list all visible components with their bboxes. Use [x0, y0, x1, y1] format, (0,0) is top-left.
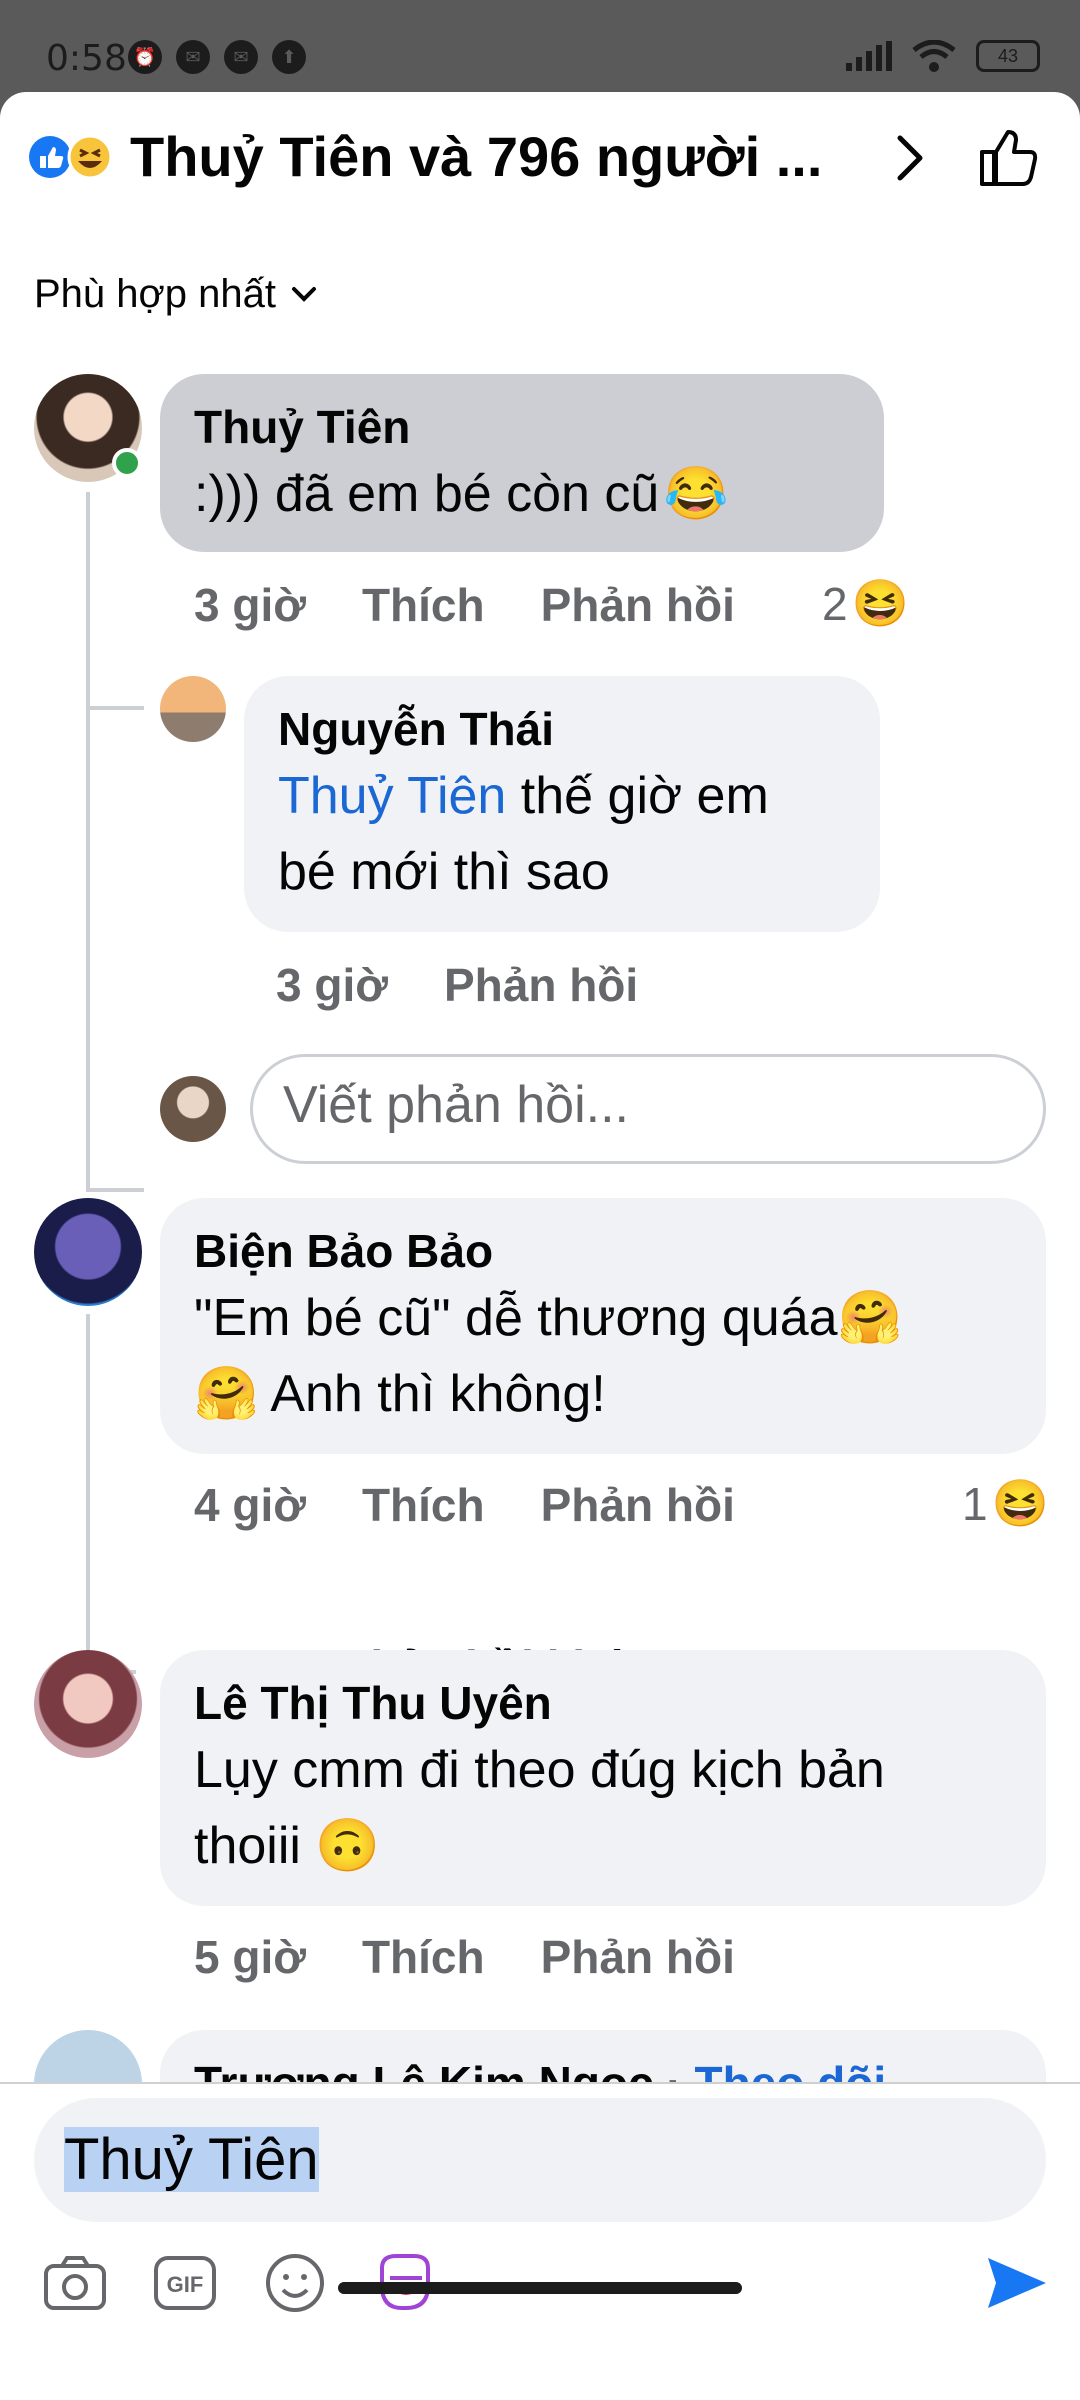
avatar[interactable]: [34, 1198, 142, 1306]
comment-time: 3 giờ: [194, 579, 306, 631]
comment-bubble[interactable]: Thuỷ Tiên :))) đã em bé còn cũ 😂: [160, 374, 884, 552]
comment-actions: 3 giờ Thích Phản hồi: [194, 578, 791, 632]
messenger-icon: ✉: [224, 40, 258, 74]
wifi-icon: [912, 40, 956, 72]
comment-text: "Em bé cũ" dễ thương quáa: [194, 1289, 838, 1347]
haha-reaction-icon: 😆: [851, 577, 909, 629]
avatar[interactable]: [34, 1650, 142, 1758]
comment-text: Anh thì không!: [258, 1365, 606, 1423]
status-bar: 0:58 ⏰ ✉ ✉ ⬆ 43: [0, 0, 1080, 92]
battery-icon: 43: [976, 40, 1040, 72]
online-status-dot: [112, 448, 142, 478]
comment-actions: 4 giờ Thích Phản hồi: [194, 1478, 791, 1532]
comment-author[interactable]: Lê Thị Thu Uyên: [194, 1674, 1012, 1732]
haha-reaction-icon: [67, 134, 113, 180]
camera-icon[interactable]: [40, 2248, 110, 2318]
comment-input-value: Thuỷ Tiên: [64, 2127, 319, 2192]
signal-icon: [846, 41, 892, 71]
alarm-icon: ⏰: [128, 40, 162, 74]
emoji-icon[interactable]: [260, 2248, 330, 2318]
svg-text:GIF: GIF: [167, 2272, 204, 2297]
comment-composer: Thuỷ Tiên GIF: [0, 2082, 1080, 2400]
sheet-header: Thuỷ Tiên và 796 người ...: [0, 92, 1080, 222]
thread-line: [86, 1314, 90, 1674]
messenger-icon: ✉: [176, 40, 210, 74]
comment-actions: 5 giờ Thích Phản hồi: [194, 1930, 791, 1984]
comment-text: thoiii: [194, 1817, 301, 1875]
comment-time: 4 giờ: [194, 1479, 306, 1531]
mention-link[interactable]: Thuỷ Tiên: [278, 767, 506, 825]
home-indicator[interactable]: [338, 2282, 742, 2294]
hug-emoji: 🤗: [837, 1289, 903, 1347]
reaction-count-value: 2: [822, 577, 848, 630]
like-button[interactable]: Thích: [362, 1478, 485, 1532]
like-button[interactable]: Thích: [362, 1930, 485, 1984]
like-button[interactable]: Thích: [362, 578, 485, 632]
chevron-right-icon[interactable]: [888, 128, 934, 188]
reply-button[interactable]: Phản hồi: [444, 958, 638, 1012]
like-outline-icon[interactable]: [974, 122, 1044, 192]
reply-button[interactable]: Phản hồi: [541, 578, 735, 632]
comment-text: :))) đã em bé còn cũ: [194, 465, 660, 523]
thread-line-branch: [86, 706, 144, 710]
thread-line: [86, 492, 90, 1192]
comment-bubble[interactable]: Lê Thị Thu Uyên Lụy cmm đi theo đúg kịch…: [160, 1650, 1046, 1906]
reactions-title[interactable]: Thuỷ Tiên và 796 người ...: [130, 124, 822, 189]
reaction-summary-icons[interactable]: [28, 134, 120, 180]
gif-icon[interactable]: GIF: [150, 2248, 220, 2318]
reply-time: 3 giờ: [276, 959, 388, 1011]
avatar: [160, 1076, 226, 1142]
reply-input[interactable]: Viết phản hồi...: [250, 1054, 1046, 1164]
reply-button[interactable]: Phản hồi: [541, 1478, 735, 1532]
chevron-down-icon: [291, 286, 316, 302]
sort-label: Phù hợp nhất: [34, 272, 276, 316]
comment-time: 5 giờ: [194, 1931, 306, 1983]
avatar[interactable]: [160, 676, 226, 742]
comment-bubble[interactable]: Biện Bảo Bảo "Em bé cũ" dễ thương quáa🤗 …: [160, 1198, 1046, 1454]
reaction-count[interactable]: 1 😆: [962, 1476, 1049, 1531]
upside-down-emoji: 🙃: [315, 1817, 381, 1875]
battery-level: 43: [997, 45, 1019, 66]
reply-button[interactable]: Phản hồi: [541, 1930, 735, 1984]
sort-dropdown[interactable]: Phù hợp nhất: [34, 272, 318, 317]
reply-actions: 3 giờ Phản hồi: [276, 958, 694, 1012]
thread-line-branch: [86, 1188, 144, 1192]
upload-icon: ⬆: [272, 40, 306, 74]
hug-emoji: 🤗: [194, 1365, 259, 1423]
laughing-emoji: 😂: [663, 465, 729, 523]
reply-author[interactable]: Nguyễn Thái: [278, 700, 846, 758]
send-icon[interactable]: [982, 2248, 1052, 2318]
reply-text: bé mới thì sao: [278, 843, 610, 901]
haha-reaction-icon: 😆: [991, 1477, 1049, 1529]
comment-text: Lụy cmm đi theo đúg kịch bản: [194, 1741, 885, 1799]
comment-author[interactable]: Thuỷ Tiên: [194, 398, 850, 456]
reactions-comments-sheet: Thuỷ Tiên và 796 người ... Phù hợp nhất …: [0, 92, 1080, 2400]
reply-text: thế giờ em: [506, 767, 769, 825]
reaction-count-value: 1: [962, 1477, 988, 1530]
comment-input[interactable]: Thuỷ Tiên: [34, 2098, 1046, 2222]
reply-bubble[interactable]: Nguyễn Thái Thuỷ Tiên thế giờ em bé mới …: [244, 676, 880, 932]
status-time: 0:58: [46, 38, 127, 79]
comment-author[interactable]: Biện Bảo Bảo: [194, 1222, 1012, 1280]
reaction-count[interactable]: 2 😆: [822, 576, 909, 631]
